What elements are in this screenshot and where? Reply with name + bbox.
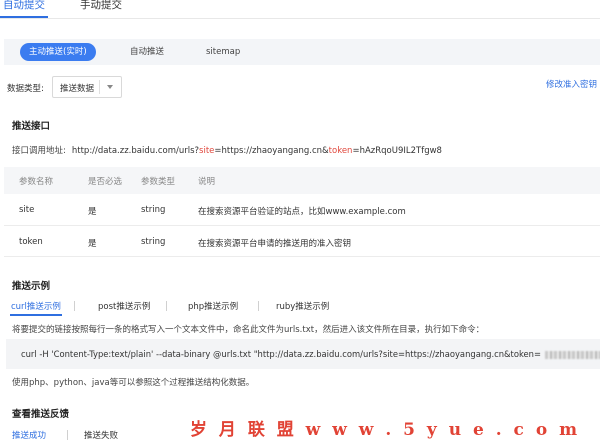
cell-description: 在搜索资源平台申请的推送用的准入密钥 <box>198 239 352 249</box>
tab-separator <box>258 301 259 311</box>
api-url[interactable]: http://data.zz.baidu.com/urls?site=https… <box>72 146 442 156</box>
header-type: 参数类型 <box>141 177 176 187</box>
push-api-title: 推送接口 <box>12 121 51 132</box>
tab-curl-example[interactable]: curl推送示例 <box>11 300 61 312</box>
active-example-indicator <box>10 314 62 316</box>
example-note: 使用php、python、java等可以参照这个过程推送结构化数据。 <box>12 378 255 388</box>
data-type-label: 数据类型: <box>7 84 44 94</box>
tab-push-success[interactable]: 推送成功 <box>12 429 46 441</box>
feedback-title: 查看推送反馈 <box>12 409 70 420</box>
watermark: 岁 月 联 盟 w w w . 5 y u e . c o m <box>190 420 581 440</box>
push-method-bar: 主动推送(实时) 自动推送 sitemap <box>4 39 600 65</box>
command-code-block: curl -H 'Content-Type:text/plain' --data… <box>6 339 600 369</box>
header-description: 说明 <box>198 177 216 187</box>
cell-type: string <box>141 205 166 215</box>
cell-param-name: token <box>19 237 43 247</box>
header-required: 是否必选 <box>88 177 123 187</box>
tab-separator <box>166 301 167 311</box>
subtab-auto-push[interactable]: 自动推送 <box>130 43 164 61</box>
tab-separator <box>74 301 75 311</box>
curl-command: curl -H 'Content-Type:text/plain' --data… <box>21 349 600 359</box>
table-row: token 是 string 在搜索资源平台申请的推送用的准入密钥 <box>4 226 600 257</box>
api-url-line: 接口调用地址: http://data.zz.baidu.com/urls?sit… <box>12 144 442 156</box>
subtab-active-push[interactable]: 主动推送(实时) <box>20 43 96 61</box>
cell-required: 是 <box>88 239 97 249</box>
param-table: 参数名称 是否必选 参数类型 说明 site 是 string 在搜索资源平台验… <box>4 167 600 257</box>
chevron-down-icon <box>107 85 113 89</box>
tab-ruby-example[interactable]: ruby推送示例 <box>276 300 329 312</box>
data-type-selected-value: 推送数据 <box>60 84 95 94</box>
edit-token-link[interactable]: 修改准入密钥 <box>546 78 597 90</box>
cell-required: 是 <box>88 207 97 217</box>
tab-auto-submit[interactable]: 自动提交 <box>3 0 45 12</box>
header-param-name: 参数名称 <box>19 177 54 187</box>
select-divider <box>99 80 100 94</box>
tab-manual-submit[interactable]: 手动提交 <box>80 0 122 12</box>
tab-post-example[interactable]: post推送示例 <box>98 300 150 312</box>
push-examples-title: 推送示例 <box>12 281 51 292</box>
table-row: site 是 string 在搜索资源平台验证的站点，比如www.example… <box>4 194 600 226</box>
redacted-token <box>545 350 600 359</box>
top-tab-bar: 自动提交 手动提交 <box>0 0 600 19</box>
data-type-select[interactable]: 推送数据 <box>52 76 122 98</box>
active-tab-indicator <box>0 16 48 18</box>
subtab-sitemap[interactable]: sitemap <box>206 43 240 61</box>
table-header: 参数名称 是否必选 参数类型 说明 <box>4 167 600 194</box>
tab-php-example[interactable]: php推送示例 <box>188 300 238 312</box>
tab-separator <box>67 430 68 440</box>
example-description: 将要提交的链接按照每行一条的格式写入一个文本文件中，命名此文件为urls.txt… <box>12 325 485 335</box>
cell-param-name: site <box>19 205 35 215</box>
tab-push-failure[interactable]: 推送失败 <box>84 429 118 441</box>
cell-description: 在搜索资源平台验证的站点，比如www.example.com <box>198 207 406 217</box>
api-url-label: 接口调用地址: <box>12 146 66 156</box>
cell-type: string <box>141 237 166 247</box>
